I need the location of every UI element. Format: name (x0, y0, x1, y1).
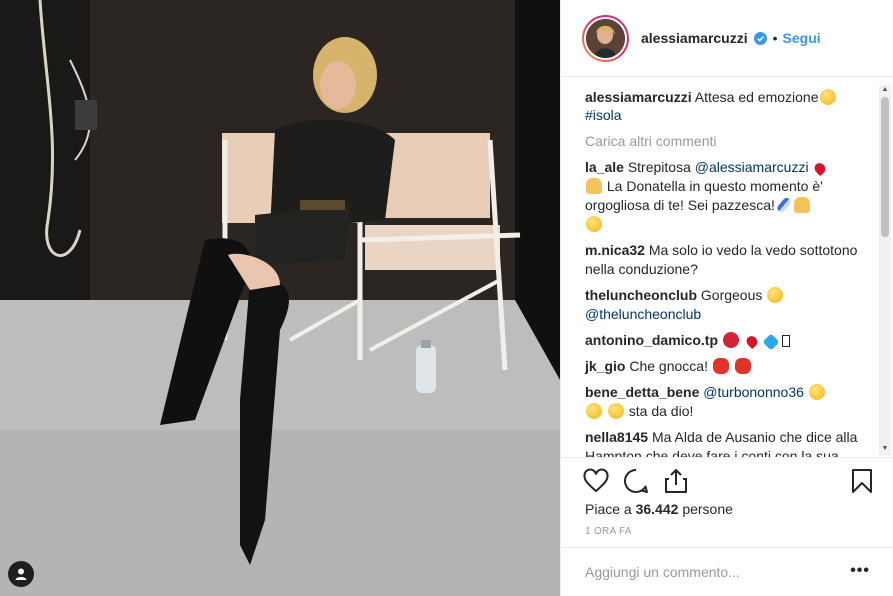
more-options-button[interactable]: ••• (850, 563, 870, 579)
scroll-up-arrow-icon[interactable]: ▲ (881, 86, 889, 94)
comment-item: m.nica32 Ma solo io vedo la vedo sottoto… (585, 241, 860, 279)
caption-text: Attesa ed emozione (694, 89, 819, 105)
comment-mention[interactable]: @turbononno36 (703, 384, 804, 400)
comment-username[interactable]: la_ale (585, 159, 624, 175)
smile-emoji-icon (819, 89, 836, 105)
heart-icon[interactable] (583, 468, 609, 494)
comment-text-continued: La Donatella in questo momento è' orgogl… (585, 178, 823, 213)
pill-emoji-icon (775, 196, 792, 214)
praying-hands-emoji-icon (586, 178, 602, 194)
heart-eyes-emoji-icon (767, 287, 784, 303)
tagged-users-button[interactable] (8, 561, 34, 587)
heart-emoji-icon (812, 160, 829, 177)
likes-suffix: persone (682, 501, 733, 517)
comment-item: theluncheonclub Gorgeous @theluncheonclu… (585, 286, 860, 324)
rose-emoji-icon (722, 332, 739, 348)
header-separator: • (772, 30, 778, 46)
post-side-panel: alessiamarcuzzi • Segui alessiamarcuzzi … (560, 0, 893, 596)
post-caption: alessiamarcuzzi Attesa ed emozione #isol… (585, 88, 860, 124)
comment-icon[interactable] (623, 468, 649, 494)
comment-item: nella8145 Ma Alda de Ausanio che dice al… (585, 428, 860, 457)
comment-item: antonino_damico.tp (585, 331, 860, 351)
comment-item: bene_detta_bene @turbononno36 sta da dio… (585, 383, 860, 421)
avatar[interactable] (582, 14, 629, 62)
verified-badge-icon (753, 31, 767, 45)
comment-text: Che gnocca! (629, 358, 708, 374)
comment-username[interactable]: bene_detta_bene (585, 384, 699, 400)
comment-username[interactable]: theluncheonclub (585, 287, 697, 303)
comment-username[interactable]: jk_gio (585, 358, 625, 374)
comment-item: la_ale Strepitosa @alessiamarcuzzi La Do… (585, 158, 860, 234)
heart-emoji-icon (744, 333, 760, 350)
comment-text: Gorgeous (700, 287, 763, 303)
likes-prefix: Piace a (585, 501, 632, 517)
person-icon (15, 568, 27, 580)
comments-list[interactable]: alessiamarcuzzi Attesa ed emozione #isol… (561, 77, 893, 457)
post-photo[interactable] (0, 0, 560, 596)
load-more-comments-button[interactable]: Carica altri commenti (585, 133, 860, 149)
sunglasses-emoji-icon (607, 403, 624, 419)
follow-button[interactable]: Segui (783, 30, 821, 46)
comment-text-continued: sta da dio! (628, 403, 694, 419)
comment-text: Strepitosa (627, 159, 691, 175)
add-comment-bar: ••• (561, 547, 893, 596)
caption-username[interactable]: alessiamarcuzzi (585, 89, 692, 105)
comment-username[interactable]: nella8145 (585, 429, 648, 445)
comment-mention[interactable]: @theluncheonclub (585, 306, 701, 322)
tongue-emoji-icon (734, 358, 751, 374)
likes-count[interactable]: Piace a 36.442 persone (585, 501, 733, 517)
unknown-glyph-icon (781, 335, 790, 347)
tongue-emoji-icon (712, 358, 729, 374)
post-header: alessiamarcuzzi • Segui (561, 0, 893, 77)
post-actions-bar: Piace a 36.442 persone 1 ORA FA (561, 457, 893, 547)
caption-hashtag[interactable]: #isola (585, 107, 622, 123)
heart-eyes-emoji-icon (586, 216, 602, 232)
sunglasses-emoji-icon (808, 384, 825, 400)
scroll-down-arrow-icon[interactable]: ▼ (881, 445, 889, 453)
diamond-emoji-icon (762, 333, 780, 351)
scrollbar-thumb[interactable] (881, 97, 889, 237)
comments-scrollbar[interactable]: ▲ ▼ (879, 85, 891, 455)
bookmark-icon[interactable] (849, 468, 875, 494)
avatar-image (586, 18, 625, 58)
comment-username[interactable]: m.nica32 (585, 242, 645, 258)
header-username[interactable]: alessiamarcuzzi (641, 30, 748, 46)
comment-mention[interactable]: @alessiamarcuzzi (695, 159, 809, 175)
likes-number: 36.442 (635, 501, 679, 517)
sunglasses-emoji-icon (586, 403, 602, 419)
share-icon[interactable] (663, 468, 689, 494)
raising-hands-emoji-icon (793, 197, 810, 213)
comment-username[interactable]: antonino_damico.tp (585, 332, 718, 348)
photo-image (0, 0, 560, 596)
add-comment-input[interactable] (585, 562, 815, 582)
post-timestamp[interactable]: 1 ORA FA (585, 526, 632, 537)
comment-item: jk_gio Che gnocca! (585, 357, 860, 376)
